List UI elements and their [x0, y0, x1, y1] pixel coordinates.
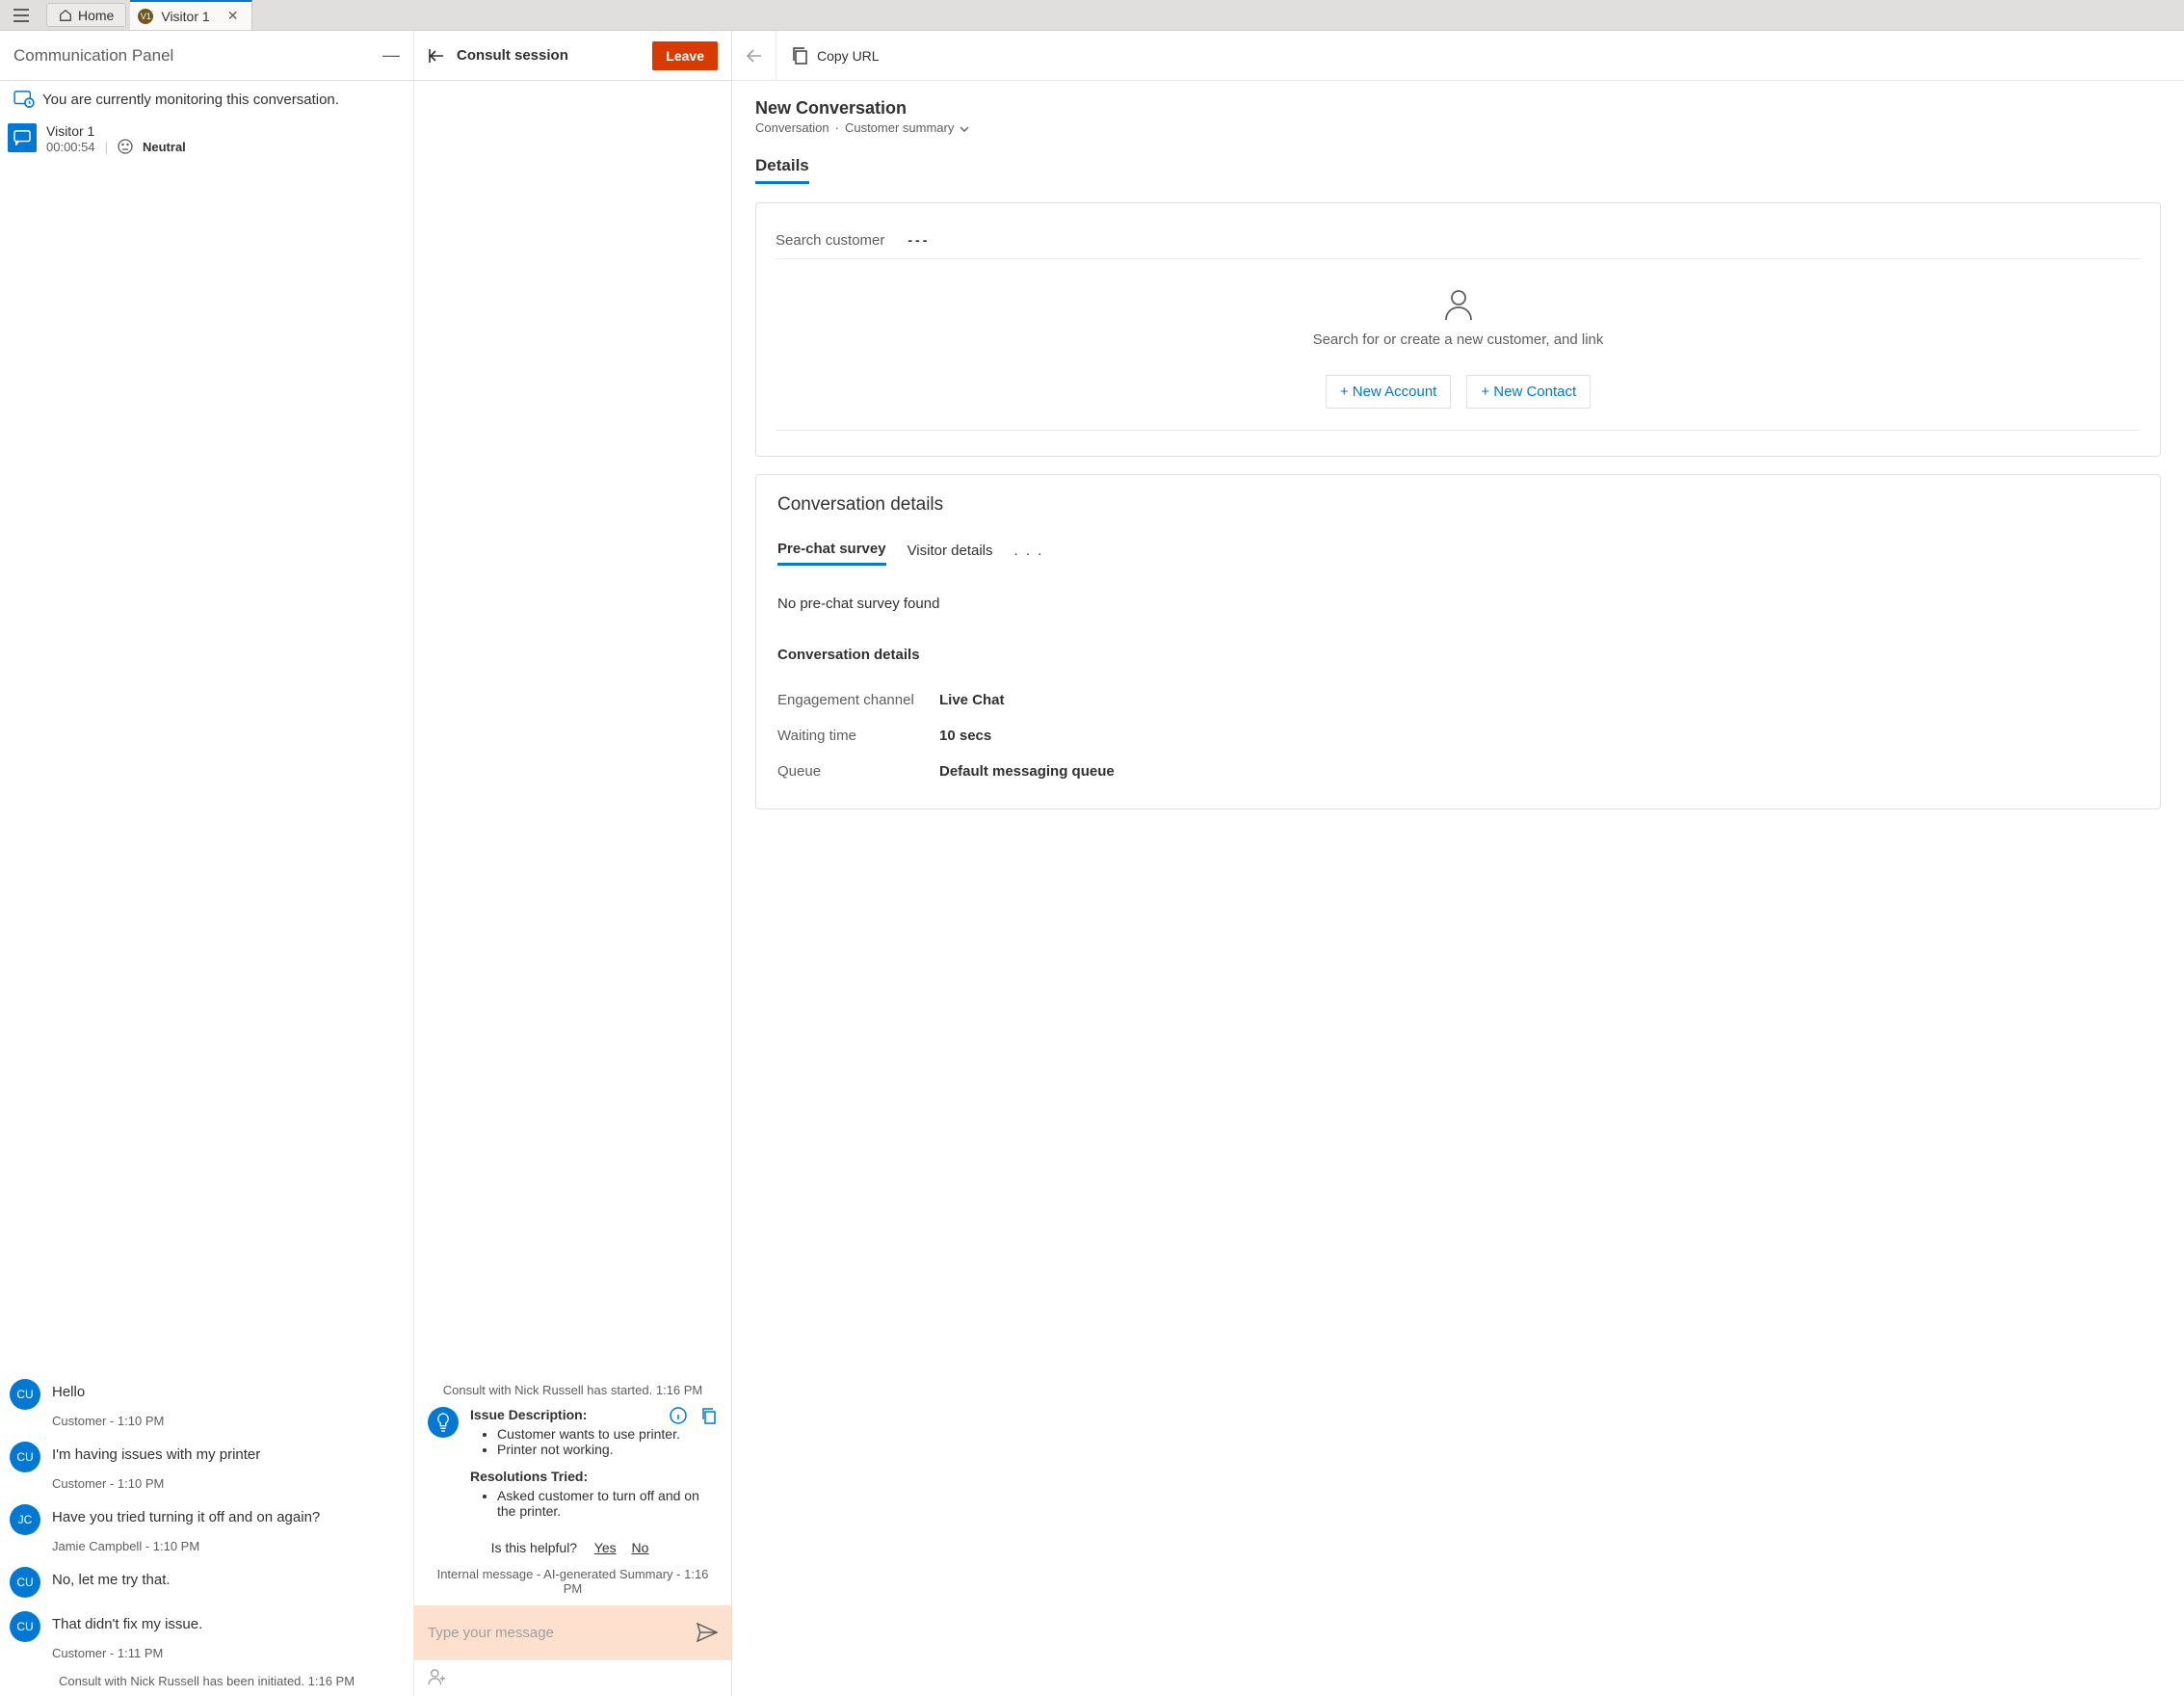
avatar: CU [10, 1442, 40, 1472]
form-selector[interactable]: Customer summary [845, 120, 969, 135]
chat-message: CU Hello [10, 1379, 404, 1410]
detail-value: Live Chat [939, 692, 1005, 708]
message-text: Have you tried turning it off and on aga… [52, 1504, 320, 1535]
message-meta: Customer - 1:11 PM [52, 1646, 404, 1660]
home-icon [59, 9, 72, 22]
arrow-left-icon [747, 49, 762, 63]
search-customer-label: Search customer [776, 232, 884, 249]
message-meta: Jamie Campbell - 1:10 PM [52, 1539, 404, 1553]
visitor-tab-label: Visitor 1 [161, 9, 209, 24]
visitor-tab[interactable]: V1 Visitor 1 ✕ [130, 0, 252, 30]
avatar: CU [10, 1567, 40, 1598]
send-icon[interactable] [697, 1623, 718, 1642]
monitoring-text: You are currently monitoring this conver… [42, 92, 339, 108]
detail-value: Default messaging queue [939, 763, 1115, 780]
issue-item: Customer wants to use printer. [497, 1426, 718, 1442]
system-message: Consult with Nick Russell has been initi… [10, 1674, 404, 1688]
message-text: Hello [52, 1379, 85, 1410]
new-contact-button[interactable]: + New Contact [1466, 375, 1591, 409]
issue-list: Customer wants to use printer.Printer no… [470, 1426, 718, 1457]
monitor-icon [13, 91, 35, 108]
copy-icon[interactable] [700, 1407, 718, 1424]
active-session-row[interactable]: Visitor 1 00:00:54 | Neutral [0, 118, 413, 154]
copy-url-button[interactable]: Copy URL [776, 47, 895, 65]
ai-suggestion-icon [428, 1407, 459, 1438]
consult-started-msg: Consult with Nick Russell has started. 1… [428, 1383, 718, 1397]
compose-box[interactable] [414, 1605, 731, 1659]
detail-row: Engagement channelLive Chat [777, 682, 2139, 718]
conv-detail-heading: Conversation details [777, 647, 2139, 663]
sentiment-label: Neutral [143, 140, 186, 154]
avatar: JC [10, 1504, 40, 1535]
avatar: CU [10, 1611, 40, 1642]
detail-row: QueueDefault messaging queue [777, 754, 2139, 789]
record-title: New Conversation [755, 98, 2161, 119]
chevron-down-icon [960, 125, 969, 133]
home-tab-label: Home [78, 8, 114, 23]
monitoring-banner: You are currently monitoring this conver… [0, 81, 413, 118]
detail-key: Waiting time [777, 728, 939, 744]
helpful-yes[interactable]: Yes [594, 1540, 617, 1555]
chat-message: JC Have you tried turning it off and on a… [10, 1504, 404, 1535]
resolutions-list: Asked customer to turn off and on the pr… [470, 1488, 718, 1519]
message-meta: Customer - 1:10 PM [52, 1414, 404, 1428]
sentiment-neutral-icon [118, 139, 133, 154]
helpful-prompt: Is this helpful? Yes No [428, 1540, 718, 1555]
conversation-details-card: Conversation details Pre-chat survey Vis… [755, 474, 2161, 809]
leave-button[interactable]: Leave [652, 41, 718, 70]
back-to-start-icon[interactable] [428, 48, 445, 64]
search-customer-value[interactable]: --- [908, 232, 930, 248]
chat-transcript[interactable]: CU Hello Customer - 1:10 PM CU I'm having is… [0, 154, 413, 1696]
collapse-panel-button[interactable]: — [382, 45, 400, 66]
new-account-button[interactable]: + New Account [1326, 375, 1451, 409]
chat-message: CU That didn't fix my issue. [10, 1611, 404, 1642]
entity-name: Conversation [755, 120, 829, 135]
visitor-badge: V1 [138, 9, 153, 24]
issue-item: Printer not working. [497, 1442, 718, 1457]
hamburger-menu[interactable] [0, 0, 42, 30]
subtab-more[interactable]: . . . [1014, 543, 1044, 565]
close-tab-button[interactable]: ✕ [218, 8, 249, 24]
info-icon[interactable] [670, 1407, 687, 1424]
compose-toolbar [414, 1659, 731, 1696]
add-person-icon[interactable] [428, 1668, 447, 1685]
detail-row: Waiting time10 secs [777, 718, 2139, 754]
customer-card: Search customer --- Search for or create… [755, 202, 2161, 457]
session-timer: 00:00:54 [46, 140, 95, 154]
home-tab[interactable]: Home [46, 3, 126, 27]
chat-message: CU I'm having issues with my printer [10, 1442, 404, 1472]
message-text: That didn't fix my issue. [52, 1611, 202, 1642]
session-name: Visitor 1 [46, 123, 186, 139]
detail-key: Engagement channel [777, 692, 939, 708]
conv-card-title: Conversation details [777, 494, 2139, 516]
app-tab-bar: Home V1 Visitor 1 ✕ [0, 0, 2184, 31]
subtab-prechat[interactable]: Pre-chat survey [777, 541, 886, 566]
avatar: CU [10, 1379, 40, 1410]
chat-channel-icon [8, 123, 37, 152]
message-text: No, let me try that. [52, 1567, 171, 1598]
resolutions-heading: Resolutions Tried: [470, 1469, 718, 1484]
copy-url-icon [792, 47, 809, 65]
consult-title: Consult session [457, 47, 568, 64]
chat-message: CU No, let me try that. [10, 1567, 404, 1598]
detail-key: Queue [777, 763, 939, 780]
back-button[interactable] [732, 31, 776, 80]
tab-details[interactable]: Details [755, 156, 809, 184]
message-input[interactable] [428, 1625, 697, 1641]
message-meta: Customer - 1:10 PM [52, 1476, 404, 1491]
message-text: I'm having issues with my printer [52, 1442, 260, 1472]
copy-url-label: Copy URL [817, 48, 880, 64]
detail-value: 10 secs [939, 728, 991, 744]
ai-summary-meta: Internal message - AI-generated Summary … [428, 1567, 718, 1596]
comm-panel-title: Communication Panel [13, 46, 173, 66]
empty-customer-msg: Search for or create a new customer, and… [776, 331, 2141, 348]
comm-panel-header: Communication Panel — [0, 31, 413, 81]
resolution-item: Asked customer to turn off and on the pr… [497, 1488, 718, 1519]
person-icon [1444, 288, 1473, 321]
no-prechat-msg: No pre-chat survey found [777, 596, 2139, 612]
menu-icon [13, 9, 29, 22]
helpful-no[interactable]: No [632, 1540, 649, 1555]
subtab-visitor-details[interactable]: Visitor details [908, 543, 993, 565]
